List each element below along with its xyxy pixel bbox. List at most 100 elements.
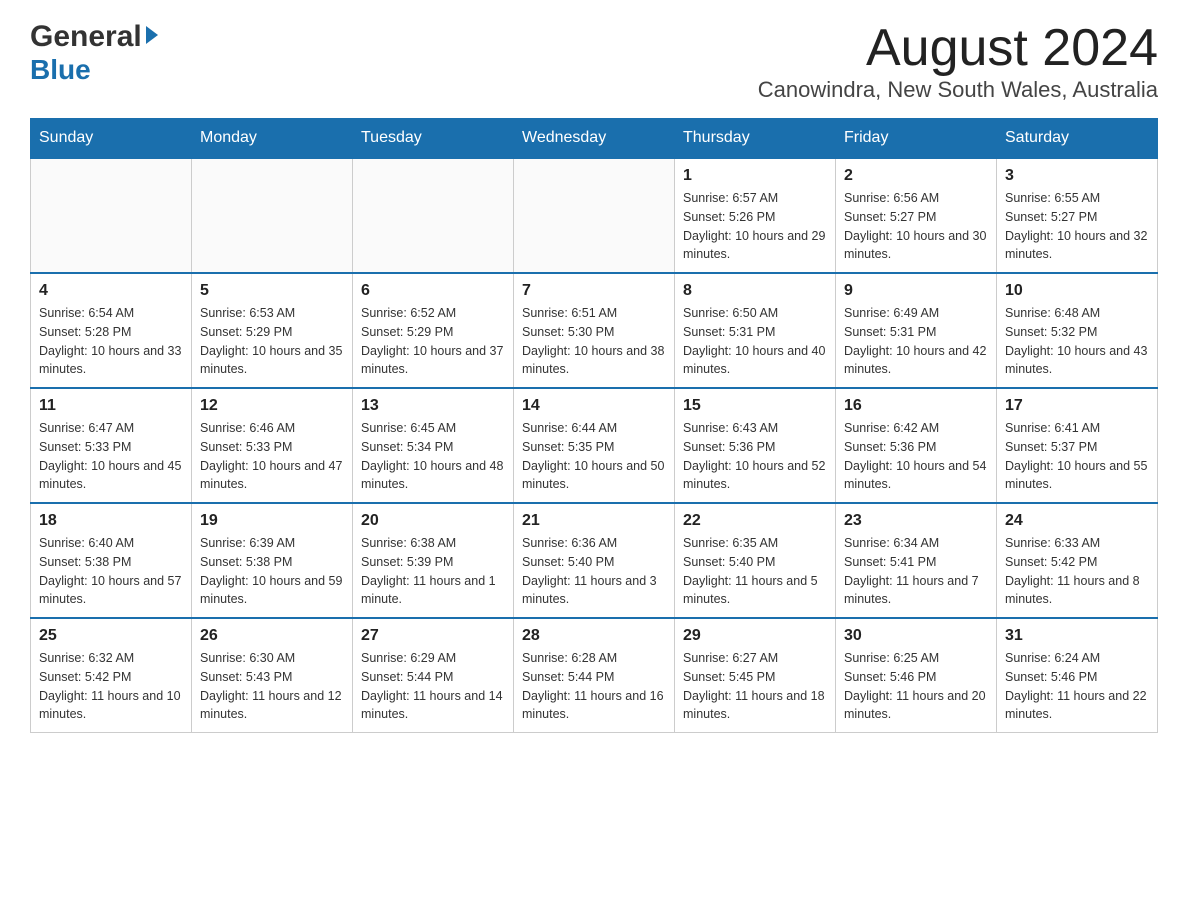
calendar-cell: 14Sunrise: 6:44 AM Sunset: 5:35 PM Dayli… (514, 388, 675, 503)
day-info: Sunrise: 6:47 AM Sunset: 5:33 PM Dayligh… (39, 419, 183, 494)
calendar-cell: 27Sunrise: 6:29 AM Sunset: 5:44 PM Dayli… (353, 618, 514, 733)
day-info: Sunrise: 6:24 AM Sunset: 5:46 PM Dayligh… (1005, 649, 1149, 724)
day-info: Sunrise: 6:42 AM Sunset: 5:36 PM Dayligh… (844, 419, 988, 494)
calendar-day-header: Saturday (997, 119, 1158, 159)
calendar-table: SundayMondayTuesdayWednesdayThursdayFrid… (30, 118, 1158, 733)
day-info: Sunrise: 6:32 AM Sunset: 5:42 PM Dayligh… (39, 649, 183, 724)
day-info: Sunrise: 6:41 AM Sunset: 5:37 PM Dayligh… (1005, 419, 1149, 494)
day-number: 15 (683, 397, 827, 415)
calendar-cell: 18Sunrise: 6:40 AM Sunset: 5:38 PM Dayli… (31, 503, 192, 618)
calendar-cell: 2 Sunrise: 6:56 AM Sunset: 5:27 PM Daylig… (836, 158, 997, 273)
day-info: Sunrise: 6:33 AM Sunset: 5:42 PM Dayligh… (1005, 534, 1149, 609)
day-info: Sunrise: 6:57 AM Sunset: 5:26 PM Dayligh… (683, 189, 827, 264)
calendar-cell: 15Sunrise: 6:43 AM Sunset: 5:36 PM Dayli… (675, 388, 836, 503)
calendar-cell: 23 Sunrise: 6:34 AM Sunset: 5:41 PM Dayli… (836, 503, 997, 618)
month-title: August 2024 (758, 20, 1158, 77)
day-number: 4 (39, 282, 183, 300)
day-number: 29 (683, 627, 827, 645)
calendar-day-header: Sunday (31, 119, 192, 159)
day-number: 19 (200, 512, 344, 530)
day-info: Sunrise: 6:56 AM Sunset: 5:27 PM Dayligh… (844, 189, 988, 264)
calendar-cell: 11 Sunrise: 6:47 AM Sunset: 5:33 PM Dayli… (31, 388, 192, 503)
calendar-week-row: 25 Sunrise: 6:32 AM Sunset: 5:42 PM Dayli… (31, 618, 1158, 733)
calendar-week-row: 18Sunrise: 6:40 AM Sunset: 5:38 PM Dayli… (31, 503, 1158, 618)
title-block: August 2024 Canowindra, New South Wales,… (758, 20, 1158, 103)
day-number: 14 (522, 397, 666, 415)
day-info: Sunrise: 6:34 AM Sunset: 5:41 PM Dayligh… (844, 534, 988, 609)
day-number: 25 (39, 627, 183, 645)
calendar-cell: 13 Sunrise: 6:45 AM Sunset: 5:34 PM Dayli… (353, 388, 514, 503)
day-number: 23 (844, 512, 988, 530)
day-info: Sunrise: 6:38 AM Sunset: 5:39 PM Dayligh… (361, 534, 505, 609)
calendar-cell: 24 Sunrise: 6:33 AM Sunset: 5:42 PM Dayli… (997, 503, 1158, 618)
calendar-header-row: SundayMondayTuesdayWednesdayThursdayFrid… (31, 119, 1158, 159)
calendar-day-header: Friday (836, 119, 997, 159)
calendar-cell: 5 Sunrise: 6:53 AM Sunset: 5:29 PM Daylig… (192, 273, 353, 388)
calendar-cell: 1 Sunrise: 6:57 AM Sunset: 5:26 PM Daylig… (675, 158, 836, 273)
day-number: 28 (522, 627, 666, 645)
calendar-cell: 26Sunrise: 6:30 AM Sunset: 5:43 PM Dayli… (192, 618, 353, 733)
calendar-cell: 31 Sunrise: 6:24 AM Sunset: 5:46 PM Dayli… (997, 618, 1158, 733)
day-number: 21 (522, 512, 666, 530)
calendar-cell: 12 Sunrise: 6:46 AM Sunset: 5:33 PM Dayli… (192, 388, 353, 503)
calendar-cell: 8Sunrise: 6:50 AM Sunset: 5:31 PM Daylig… (675, 273, 836, 388)
day-number: 17 (1005, 397, 1149, 415)
calendar-cell: 29 Sunrise: 6:27 AM Sunset: 5:45 PM Dayli… (675, 618, 836, 733)
day-info: Sunrise: 6:28 AM Sunset: 5:44 PM Dayligh… (522, 649, 666, 724)
day-number: 13 (361, 397, 505, 415)
calendar-cell (192, 158, 353, 273)
day-info: Sunrise: 6:48 AM Sunset: 5:32 PM Dayligh… (1005, 304, 1149, 379)
calendar-cell: 22 Sunrise: 6:35 AM Sunset: 5:40 PM Dayli… (675, 503, 836, 618)
day-info: Sunrise: 6:35 AM Sunset: 5:40 PM Dayligh… (683, 534, 827, 609)
calendar-day-header: Wednesday (514, 119, 675, 159)
calendar-cell (514, 158, 675, 273)
day-number: 9 (844, 282, 988, 300)
day-info: Sunrise: 6:40 AM Sunset: 5:38 PM Dayligh… (39, 534, 183, 609)
day-number: 24 (1005, 512, 1149, 530)
calendar-cell: 3Sunrise: 6:55 AM Sunset: 5:27 PM Daylig… (997, 158, 1158, 273)
day-number: 12 (200, 397, 344, 415)
calendar-cell: 25 Sunrise: 6:32 AM Sunset: 5:42 PM Dayli… (31, 618, 192, 733)
calendar-day-header: Thursday (675, 119, 836, 159)
calendar-cell: 19 Sunrise: 6:39 AM Sunset: 5:38 PM Dayli… (192, 503, 353, 618)
calendar-cell: 9Sunrise: 6:49 AM Sunset: 5:31 PM Daylig… (836, 273, 997, 388)
day-info: Sunrise: 6:39 AM Sunset: 5:38 PM Dayligh… (200, 534, 344, 609)
logo-triangle-icon (146, 26, 158, 44)
day-number: 10 (1005, 282, 1149, 300)
day-info: Sunrise: 6:53 AM Sunset: 5:29 PM Dayligh… (200, 304, 344, 379)
calendar-cell: 10 Sunrise: 6:48 AM Sunset: 5:32 PM Dayli… (997, 273, 1158, 388)
calendar-cell: 21Sunrise: 6:36 AM Sunset: 5:40 PM Dayli… (514, 503, 675, 618)
calendar-cell: 4Sunrise: 6:54 AM Sunset: 5:28 PM Daylig… (31, 273, 192, 388)
day-number: 7 (522, 282, 666, 300)
day-number: 22 (683, 512, 827, 530)
day-info: Sunrise: 6:25 AM Sunset: 5:46 PM Dayligh… (844, 649, 988, 724)
day-info: Sunrise: 6:46 AM Sunset: 5:33 PM Dayligh… (200, 419, 344, 494)
calendar-cell (31, 158, 192, 273)
page-header: General Blue August 2024 Canowindra, New… (30, 20, 1158, 103)
day-number: 6 (361, 282, 505, 300)
day-number: 11 (39, 397, 183, 415)
day-number: 1 (683, 167, 827, 185)
day-info: Sunrise: 6:29 AM Sunset: 5:44 PM Dayligh… (361, 649, 505, 724)
day-info: Sunrise: 6:50 AM Sunset: 5:31 PM Dayligh… (683, 304, 827, 379)
calendar-cell: 20 Sunrise: 6:38 AM Sunset: 5:39 PM Dayli… (353, 503, 514, 618)
calendar-cell: 16 Sunrise: 6:42 AM Sunset: 5:36 PM Dayli… (836, 388, 997, 503)
day-number: 2 (844, 167, 988, 185)
day-info: Sunrise: 6:45 AM Sunset: 5:34 PM Dayligh… (361, 419, 505, 494)
location-title: Canowindra, New South Wales, Australia (758, 77, 1158, 103)
logo-blue-text: Blue (30, 54, 91, 86)
day-number: 30 (844, 627, 988, 645)
day-number: 20 (361, 512, 505, 530)
day-number: 16 (844, 397, 988, 415)
logo: General Blue (30, 20, 160, 86)
day-info: Sunrise: 6:27 AM Sunset: 5:45 PM Dayligh… (683, 649, 827, 724)
day-number: 31 (1005, 627, 1149, 645)
day-number: 5 (200, 282, 344, 300)
calendar-cell: 17 Sunrise: 6:41 AM Sunset: 5:37 PM Dayli… (997, 388, 1158, 503)
calendar-cell: 28 Sunrise: 6:28 AM Sunset: 5:44 PM Dayli… (514, 618, 675, 733)
logo-general-text: General (30, 20, 142, 54)
calendar-day-header: Tuesday (353, 119, 514, 159)
day-number: 3 (1005, 167, 1149, 185)
calendar-week-row: 1 Sunrise: 6:57 AM Sunset: 5:26 PM Daylig… (31, 158, 1158, 273)
calendar-cell (353, 158, 514, 273)
